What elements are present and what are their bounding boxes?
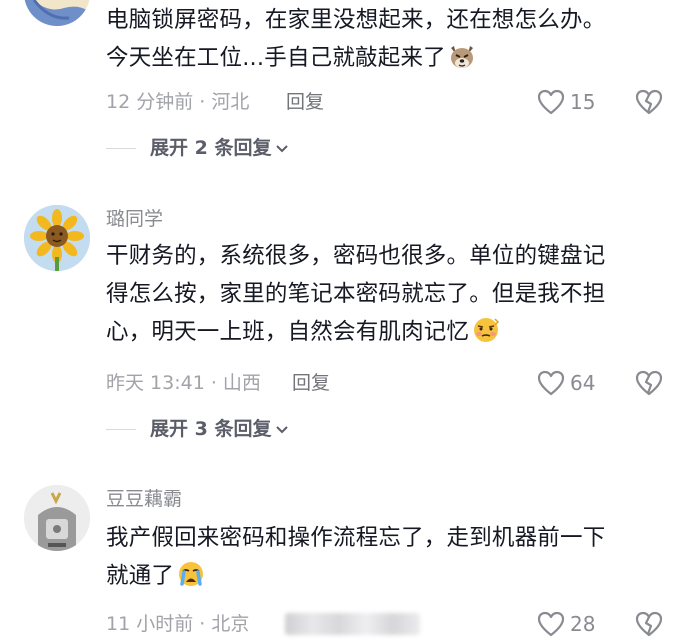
comment-time-location: 昨天 13:41 · 山西: [106, 372, 261, 394]
comment-line: 得怎么按，家里的笔记本密码就忘了。但是我不担: [106, 281, 606, 307]
dislike-button[interactable]: [634, 88, 664, 116]
comment-line: 电脑锁屏密码，在家里没想起来，还在想怎么办。: [106, 7, 606, 33]
comment-text: 电脑锁屏密码，在家里没想起来，还在想怎么办。 今天坐在工位...手自己就敲起来了: [106, 1, 676, 82]
comment-line-with-emoji: 就通了: [106, 557, 676, 600]
comment-meta: 11 小时前 · 北京: [106, 612, 249, 636]
like-button[interactable]: 64: [536, 369, 595, 397]
comment-line: 我产假回来密码和操作流程忘了，走到机器前一下: [106, 525, 606, 551]
expand-replies-label: 展开 2 条回复: [150, 137, 272, 159]
reply-button[interactable]: 回复: [292, 371, 330, 395]
dislike-button[interactable]: [634, 610, 664, 638]
broken-heart-icon: [634, 88, 664, 116]
comment-text: 我产假回来密码和操作流程忘了，走到机器前一下 就通了: [106, 519, 676, 600]
like-count: 28: [570, 612, 596, 636]
comment-text: 干财务的，系统很多，密码也很多。单位的键盘记 得怎么按，家里的笔记本密码就忘了。…: [106, 237, 676, 356]
divider: [106, 428, 136, 430]
comment-line: 心，明天一上班，自然会有肌肉记忆: [106, 319, 470, 345]
comment-line: 干财务的，系统很多，密码也很多。单位的键盘记: [106, 243, 606, 269]
divider: [106, 147, 136, 149]
comment-meta: 昨天 13:41 · 山西 回复: [106, 371, 330, 395]
smirking-face-emoji: [471, 316, 501, 356]
chevron-down-icon: [275, 420, 289, 439]
heart-icon: [536, 610, 566, 638]
comment-line-with-emoji: 心，明天一上班，自然会有肌肉记忆: [106, 313, 676, 356]
comment-line: 今天坐在工位...手自己就敲起来了: [106, 45, 446, 71]
comment-time-location: 11 小时前 · 北京: [106, 613, 250, 635]
heart-icon: [536, 369, 566, 397]
avatar[interactable]: [24, 0, 90, 26]
reply-button[interactable]: 回复: [286, 90, 324, 114]
like-count: 15: [570, 90, 596, 114]
expand-replies-label: 展开 3 条回复: [150, 418, 272, 440]
expand-replies-button[interactable]: 展开 2 条回复: [106, 136, 289, 160]
comment-item: 豆豆藕霸 我产假回来密码和操作流程忘了，走到机器前一下 就通了 11 小时前 ·…: [0, 483, 690, 644]
blurred-reply-button[interactable]: [285, 613, 420, 635]
comment-item: 电脑锁屏密码，在家里没想起来，还在想怎么办。 今天坐在工位...手自己就敲起来了…: [0, 0, 690, 170]
avatar[interactable]: [24, 485, 90, 551]
comment-line: 就通了: [106, 563, 175, 589]
heart-icon: [536, 88, 566, 116]
like-count: 64: [570, 371, 596, 395]
chevron-down-icon: [275, 139, 289, 158]
broken-heart-icon: [634, 610, 664, 638]
username[interactable]: 豆豆藕霸: [106, 487, 182, 511]
username[interactable]: 璐同学: [106, 207, 163, 231]
crying-face-emoji: [176, 560, 206, 600]
dislike-button[interactable]: [634, 369, 664, 397]
like-button[interactable]: 15: [536, 88, 595, 116]
comment-time-location: 12 分钟前 · 河北: [106, 91, 250, 113]
broken-heart-icon: [634, 369, 664, 397]
dog-face-emoji: [448, 44, 476, 82]
comment-line-with-emoji: 今天坐在工位...手自己就敲起来了: [106, 39, 676, 82]
like-button[interactable]: 28: [536, 610, 595, 638]
comment-item: 璐同学 干财务的，系统很多，密码也很多。单位的键盘记 得怎么按，家里的笔记本密码…: [0, 200, 690, 450]
expand-replies-button[interactable]: 展开 3 条回复: [106, 417, 289, 441]
avatar[interactable]: [24, 205, 90, 271]
comment-meta: 12 分钟前 · 河北 回复: [106, 90, 324, 114]
